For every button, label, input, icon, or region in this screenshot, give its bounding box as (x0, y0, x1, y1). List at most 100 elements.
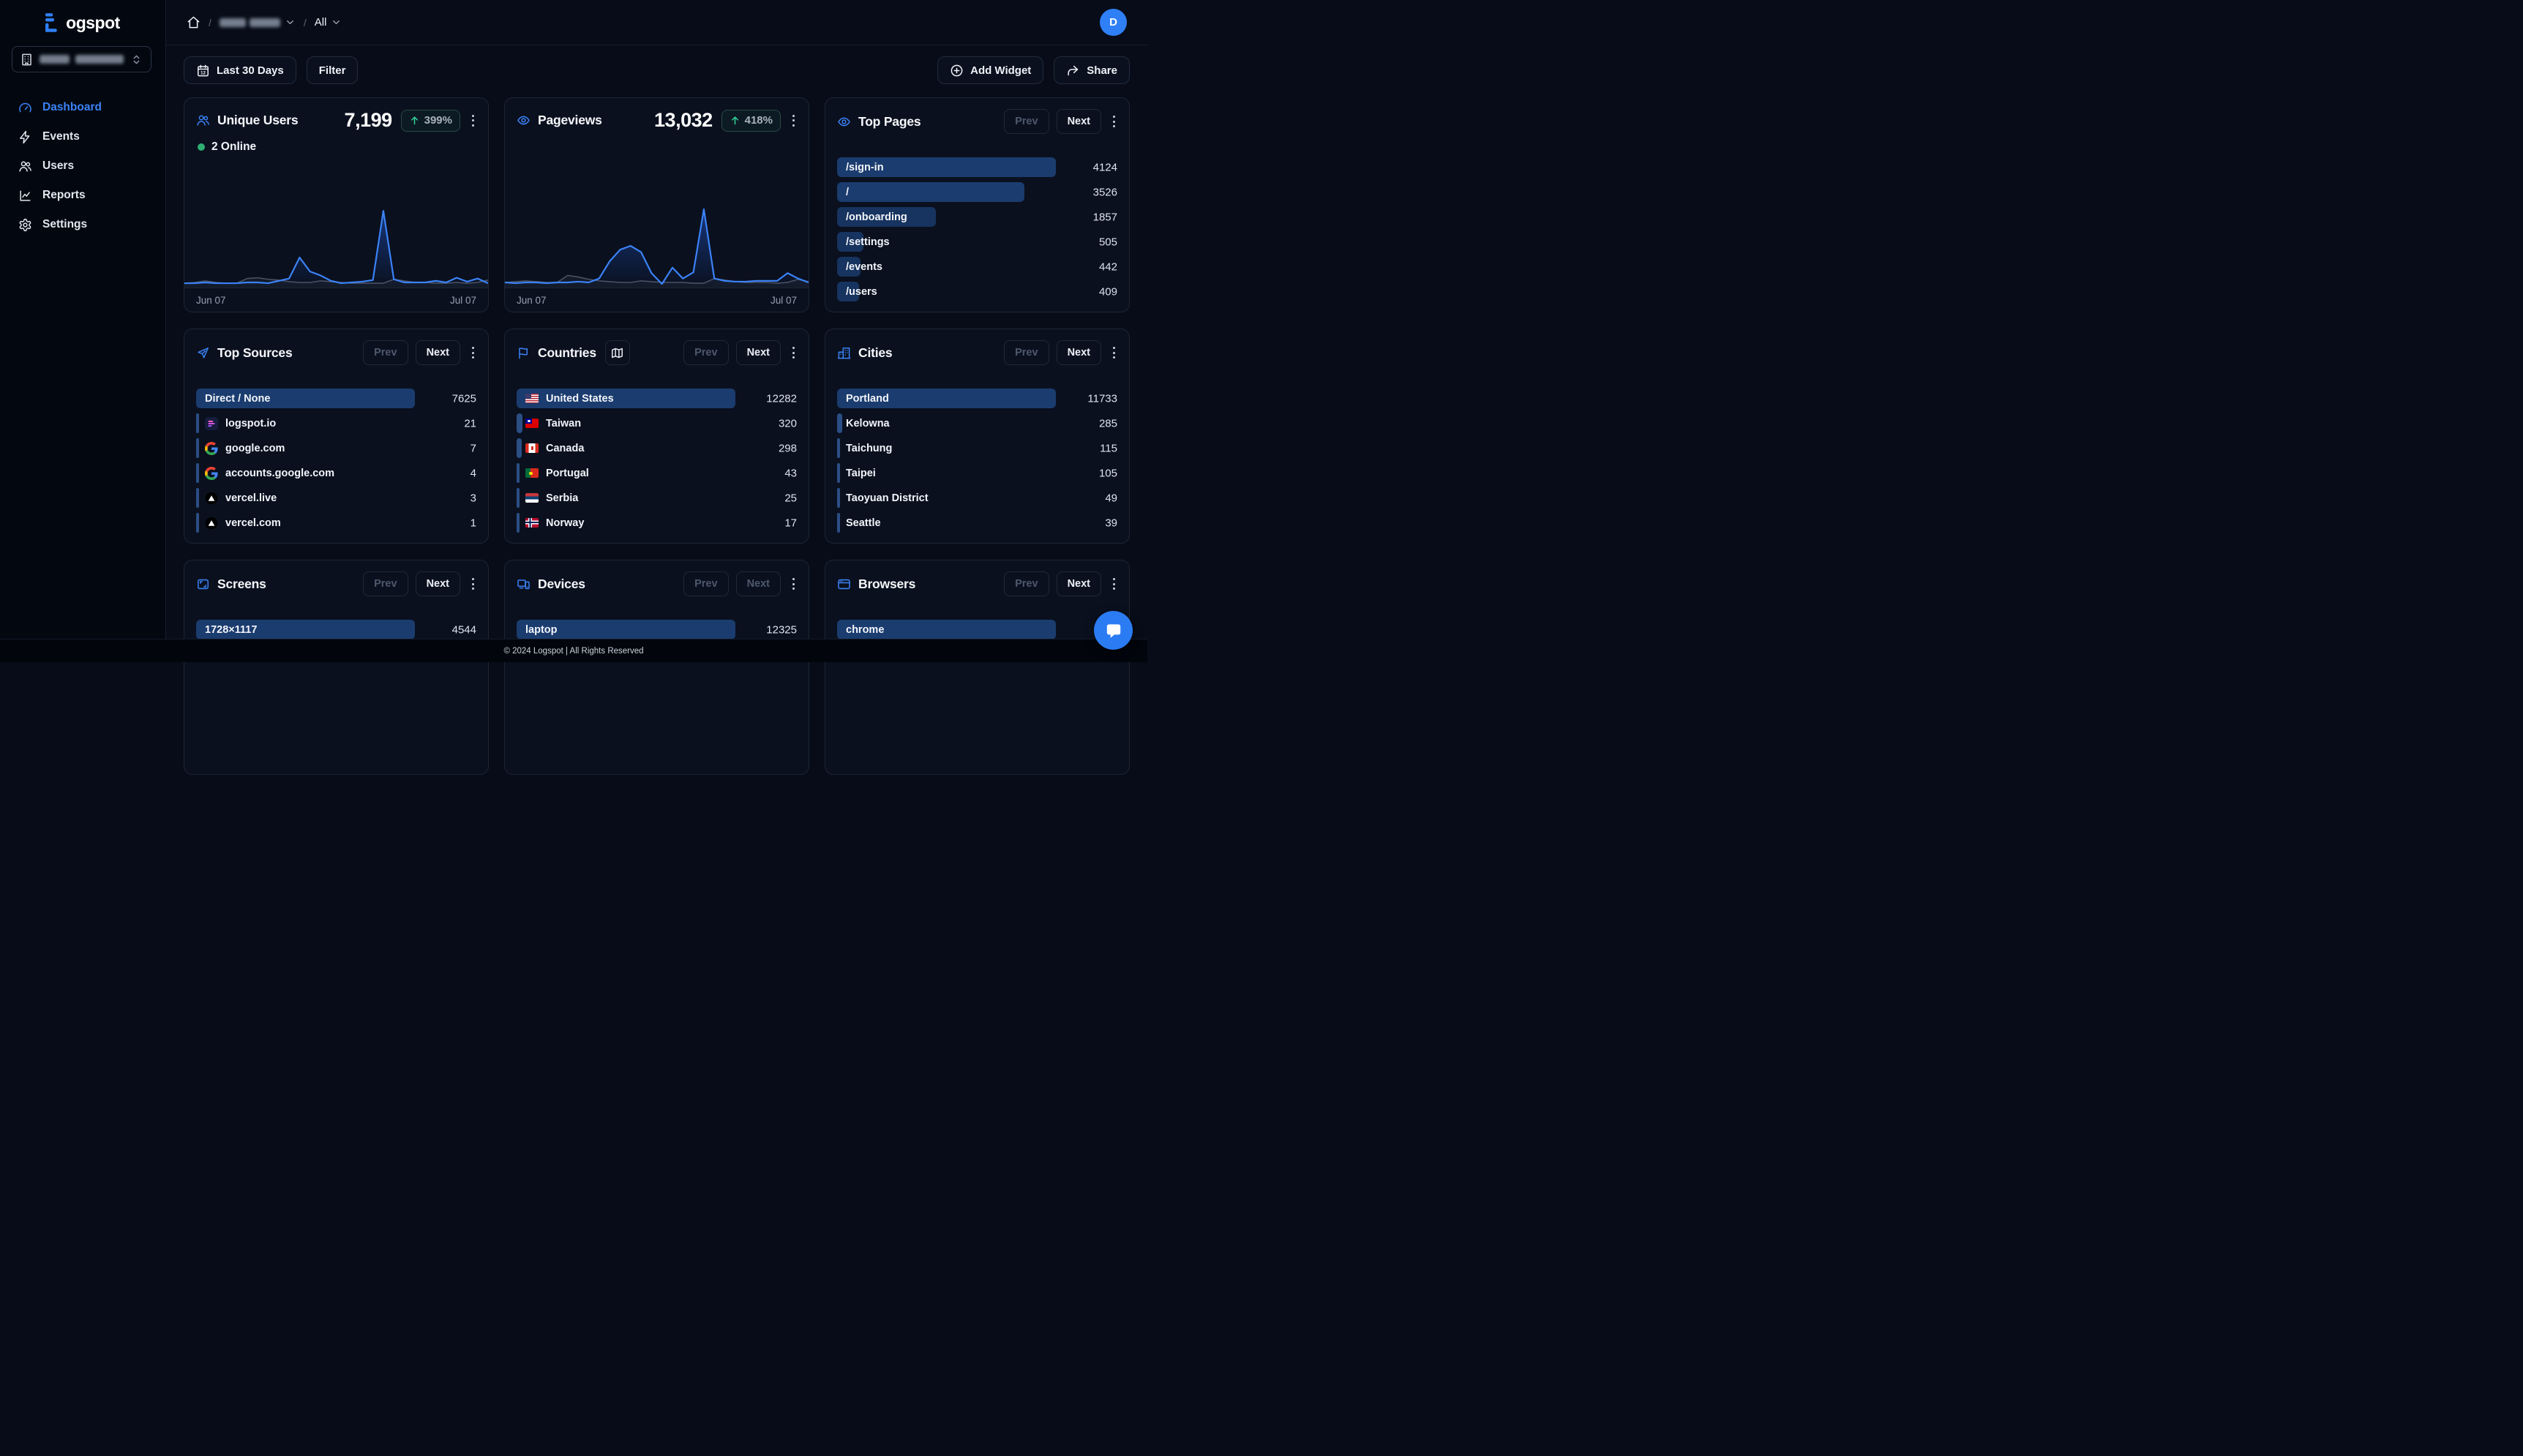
list-item[interactable]: 1728×1117 4544 (196, 620, 476, 639)
chevron-down-icon (331, 17, 342, 28)
pager: Prev Next (363, 340, 460, 365)
list-item[interactable]: Seattle 39 (837, 513, 1117, 533)
x-axis-labels: Jun 07 Jul 07 (505, 288, 809, 312)
card-countries: Countries Prev Next United States 12282 … (504, 329, 809, 544)
item-label: Serbia (546, 492, 579, 504)
card-menu-button[interactable] (1111, 113, 1117, 130)
chat-widget-button[interactable] (1094, 611, 1133, 650)
prev-button[interactable]: Prev (1004, 109, 1049, 134)
dashboard-icon (18, 101, 32, 115)
list-item[interactable]: Taoyuan District 49 (837, 488, 1117, 508)
card-menu-button[interactable] (790, 344, 797, 361)
pager: Prev Next (1004, 340, 1101, 365)
item-value: 25 (784, 492, 797, 504)
item-value: 4 (470, 467, 476, 479)
list-item[interactable]: laptop 12325 (517, 620, 797, 639)
sidebar-item-users[interactable]: Users (0, 151, 165, 181)
item-label: Kelowna (846, 417, 890, 429)
list-item[interactable]: / 3526 (837, 182, 1117, 202)
list-item[interactable]: vercel.com 1 (196, 513, 476, 533)
list-item[interactable]: chrome (837, 620, 1117, 639)
sidebar-item-reports[interactable]: Reports (0, 181, 165, 210)
list-item[interactable]: /settings 505 (837, 232, 1117, 252)
prev-button[interactable]: Prev (1004, 571, 1049, 596)
card-menu-button[interactable] (470, 112, 476, 130)
item-value: 43 (784, 467, 797, 479)
card-menu-button[interactable] (470, 344, 476, 361)
list-item[interactable]: Portugal 43 (517, 463, 797, 483)
list-item[interactable]: Portland 11733 (837, 389, 1117, 408)
prev-button[interactable]: Prev (683, 340, 729, 365)
list-item[interactable]: /events 442 (837, 257, 1117, 277)
share-button[interactable]: Share (1054, 56, 1130, 84)
line-chart (184, 204, 488, 288)
pager: Prev Next (1004, 571, 1101, 596)
sidebar-item-dashboard[interactable]: Dashboard (0, 93, 165, 122)
prev-button[interactable]: Prev (683, 571, 729, 596)
map-view-button[interactable] (604, 340, 630, 365)
next-button[interactable]: Next (735, 340, 781, 365)
add-widget-button[interactable]: Add Widget (937, 56, 1044, 84)
item-label: /settings (846, 236, 890, 248)
list-item[interactable]: Norway 17 (517, 513, 797, 533)
item-label: Taipei (846, 467, 876, 479)
list-item[interactable]: accounts.google.com 4 (196, 463, 476, 483)
list-item[interactable]: vercel.live 3 (196, 488, 476, 508)
card-header: Top Pages Prev Next (825, 98, 1129, 134)
stat-value: 7,199 (344, 109, 393, 131)
list-item[interactable]: logspot.io 21 (196, 413, 476, 433)
card-pageviews: Pageviews 13,032 418% Jun 07 Jul 07 (504, 97, 809, 312)
sidebar-item-settings[interactable]: Settings (0, 210, 165, 239)
arrow-up-icon (730, 115, 741, 126)
list-item[interactable]: /users 409 (837, 282, 1117, 301)
next-button[interactable]: Next (735, 571, 781, 596)
card-menu-button[interactable] (790, 112, 797, 130)
card-title: Pageviews (538, 113, 602, 127)
user-avatar[interactable]: D (1100, 9, 1127, 36)
card-cities: Cities Prev Next Portland 11733 Kelowna … (825, 329, 1130, 544)
workspace-selector[interactable] (12, 46, 151, 72)
list-item[interactable]: /sign-in 4124 (837, 157, 1117, 177)
list-item[interactable]: Canada 298 (517, 438, 797, 458)
next-button[interactable]: Next (1056, 109, 1101, 134)
scope-selector[interactable]: All (315, 16, 342, 29)
toolbar: 12 Last 30 Days Filter Add Widget Share (184, 56, 1130, 84)
card-title: Browsers (858, 576, 916, 591)
date-range-button[interactable]: 12 Last 30 Days (184, 56, 296, 84)
svg-text:12: 12 (200, 70, 206, 75)
prev-button[interactable]: Prev (1004, 340, 1049, 365)
prev-button[interactable]: Prev (363, 571, 408, 596)
list-item[interactable]: Taiwan 320 (517, 413, 797, 433)
ranked-list: Direct / None 7625 logspot.io 21 google.… (184, 389, 488, 538)
card-menu-button[interactable] (470, 575, 476, 593)
list-item[interactable]: Taichung 115 (837, 438, 1117, 458)
sidebar-item-events[interactable]: Events (0, 122, 165, 151)
card-menu-button[interactable] (1111, 344, 1117, 361)
list-item[interactable]: United States 12282 (517, 389, 797, 408)
list-item[interactable]: google.com 7 (196, 438, 476, 458)
next-button[interactable]: Next (415, 571, 460, 596)
list-item[interactable]: Kelowna 285 (837, 413, 1117, 433)
list-item[interactable]: /onboarding 1857 (837, 207, 1117, 227)
pager: Prev Next (683, 571, 781, 596)
filter-button[interactable]: Filter (306, 56, 359, 84)
project-selector[interactable] (219, 17, 296, 28)
date-range-label: Last 30 Days (217, 64, 284, 77)
breadcrumb-separator: / (209, 16, 211, 29)
next-button[interactable]: Next (415, 340, 460, 365)
home-icon[interactable] (187, 15, 200, 29)
next-button[interactable]: Next (1056, 340, 1101, 365)
prev-button[interactable]: Prev (363, 340, 408, 365)
card-menu-button[interactable] (1111, 575, 1117, 593)
item-label: laptop (525, 623, 558, 636)
next-button[interactable]: Next (1056, 571, 1101, 596)
chat-bubble-icon (1104, 621, 1123, 640)
scope-label: All (314, 16, 327, 29)
item-label: /sign-in (846, 161, 884, 173)
list-item[interactable]: Serbia 25 (517, 488, 797, 508)
card-menu-button[interactable] (790, 575, 797, 593)
list-item[interactable]: Direct / None 7625 (196, 389, 476, 408)
card-title: Screens (217, 576, 266, 591)
list-item[interactable]: Taipei 105 (837, 463, 1117, 483)
card-header: Devices Prev Next (505, 560, 809, 596)
